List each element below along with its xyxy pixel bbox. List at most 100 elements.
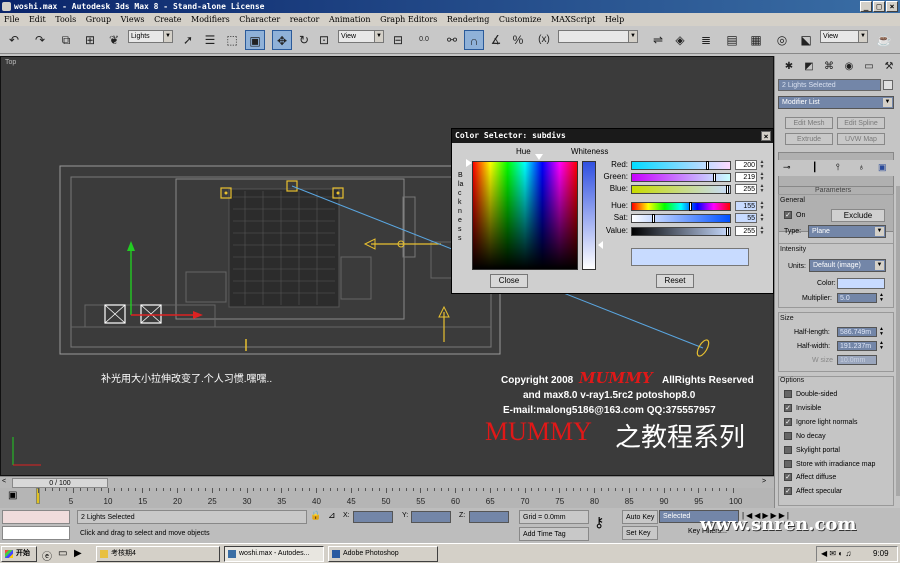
pivot-center-icon[interactable]: ⊟	[388, 30, 408, 50]
configure-sets-icon[interactable]: ▣	[878, 162, 887, 173]
time-slider-bar[interactable]: < 0 / 100 >	[0, 476, 774, 488]
minimize-button[interactable]: _	[860, 1, 872, 12]
menu-help[interactable]: Help	[605, 13, 624, 26]
redo-icon[interactable]: ↷	[30, 30, 50, 50]
value-spinner[interactable]: ▲ ▼	[759, 226, 765, 236]
motion-tab-icon[interactable]: ◉	[839, 57, 859, 77]
hue-blackness-field[interactable]	[472, 161, 578, 270]
menu-modifiers[interactable]: Modifiers	[191, 13, 230, 26]
menu-reactor[interactable]: reactor	[290, 13, 320, 26]
select-move-icon[interactable]: ✥	[272, 30, 292, 50]
double-sided-checkbox[interactable]: Double-sided	[784, 390, 900, 401]
close-color-button[interactable]: Close	[490, 274, 528, 288]
half-width-field[interactable]: 191.237m	[837, 341, 877, 351]
key-icon[interactable]: ⚷	[594, 514, 604, 531]
time-slider-thumb[interactable]: 0 / 100	[12, 478, 108, 488]
angle-snap-toggle-icon[interactable]: ∡	[486, 30, 506, 50]
task-folder[interactable]: 考核期4	[96, 546, 220, 562]
ref-coord-dropdown[interactable]: View ▼	[338, 30, 384, 43]
add-time-tag[interactable]: Add Time Tag	[519, 527, 589, 541]
task-3dsmax[interactable]: woshi.max - Autodes...	[224, 546, 324, 562]
edit-spline-button[interactable]: Edit Spline	[837, 117, 885, 129]
unlink-icon[interactable]: ⊞	[80, 30, 100, 50]
skylight-portal-checkbox[interactable]: Skylight portal	[784, 446, 900, 457]
select-object-icon[interactable]: ➚	[178, 30, 198, 50]
schematic-view-icon[interactable]: ▦	[746, 30, 766, 50]
sat-slider[interactable]	[631, 214, 731, 223]
spinner-snap-icon[interactable]: (x)	[534, 30, 554, 50]
lock-selection-icon[interactable]: 🔒	[310, 510, 321, 521]
bind-space-warp-icon[interactable]: ❦	[104, 30, 124, 50]
task-photoshop[interactable]: Adobe Photoshop	[328, 546, 438, 562]
red-spinner[interactable]: ▲ ▼	[759, 160, 765, 170]
remove-modifier-icon[interactable]: ♁	[858, 162, 865, 172]
angle-snap-icon[interactable]: 0.0	[414, 30, 434, 50]
sat-value[interactable]: 55	[735, 213, 757, 223]
hue-spinner[interactable]: ▲ ▼	[759, 201, 765, 211]
parameters-rollout-title[interactable]: Parameters	[815, 187, 851, 194]
exclude-button[interactable]: Exclude	[831, 209, 885, 222]
make-unique-icon[interactable]: ⫯	[836, 162, 840, 173]
hue-slider[interactable]	[631, 202, 731, 211]
selection-filter-dropdown[interactable]: Lights ▼	[128, 30, 173, 43]
modifier-list-dropdown[interactable]: Modifier List ▼	[778, 96, 894, 109]
show-desktop-icon[interactable]: ▭	[58, 548, 67, 559]
edit-mesh-button[interactable]: Edit Mesh	[785, 117, 833, 129]
create-tab-icon[interactable]: ✱	[779, 57, 799, 77]
value-value[interactable]: 255	[735, 226, 757, 236]
modify-tab-icon[interactable]: ◩	[799, 57, 819, 77]
time-prev-icon[interactable]: <	[2, 478, 10, 487]
panel-scrollbar[interactable]	[896, 186, 900, 496]
selection-name-field[interactable]: 2 Lights Selected	[778, 79, 881, 91]
invisible-checkbox[interactable]: ✓ Invisible	[784, 404, 900, 415]
select-rotate-icon[interactable]: ↻	[294, 30, 314, 50]
affect-diffuse-checkbox[interactable]: ✓ Affect diffuse	[784, 473, 900, 484]
reset-color-button[interactable]: Reset	[656, 274, 694, 288]
select-scale-icon[interactable]: ⊡	[314, 30, 334, 50]
menu-group[interactable]: Group	[86, 13, 111, 26]
hue-value[interactable]: 155	[735, 201, 757, 211]
dialog-close-icon[interactable]: ×	[761, 131, 771, 141]
light-color-swatch[interactable]	[837, 278, 885, 289]
blue-spinner[interactable]: ▲ ▼	[759, 184, 765, 194]
x-coord-field[interactable]	[353, 511, 393, 523]
media-player-icon[interactable]: ▶	[74, 548, 82, 559]
value-slider-thumb[interactable]	[726, 227, 729, 236]
menu-rendering[interactable]: Rendering	[447, 13, 489, 26]
link-icon[interactable]: ⧉	[56, 30, 76, 50]
green-slider-thumb[interactable]	[712, 173, 716, 182]
hue-slider-thumb[interactable]	[689, 202, 693, 211]
object-color-swatch[interactable]	[883, 80, 893, 90]
green-spinner[interactable]: ▲ ▼	[759, 172, 765, 182]
track-bar[interactable]: ▣ 5 10 15 20 25 30 35 40 45 50 55 60 65 70 75 80 85 90 95 1…	[0, 488, 774, 508]
half-length-spinner[interactable]: ▲ ▼	[879, 327, 884, 337]
window-crossing-icon[interactable]: ▣	[245, 30, 265, 50]
rect-select-icon[interactable]: ⬚	[222, 30, 242, 50]
multiplier-spinner[interactable]: ▲ ▼	[879, 293, 884, 303]
menu-edit[interactable]: Edit	[29, 13, 46, 26]
maximize-button[interactable]: □	[873, 1, 885, 12]
pin-stack-icon[interactable]: ⊸	[783, 162, 791, 173]
whiteness-pointer[interactable]	[598, 241, 603, 249]
set-key-button[interactable]: Set Key	[622, 526, 658, 540]
align-icon[interactable]: ◈	[670, 30, 690, 50]
quick-render-icon[interactable]: ☕	[874, 30, 894, 50]
no-decay-checkbox[interactable]: No decay	[784, 432, 900, 443]
absolute-mode-icon[interactable]: ⊿	[328, 510, 336, 521]
material-editor-icon[interactable]: ◎	[772, 30, 792, 50]
render-scene-icon[interactable]: ⬕	[796, 30, 816, 50]
red-slider-thumb[interactable]	[705, 161, 709, 170]
menu-graph-editors[interactable]: Graph Editors	[380, 13, 437, 26]
utilities-tab-icon[interactable]: ⚒	[879, 57, 899, 77]
w-size-field[interactable]: 10.0mm	[837, 355, 877, 365]
blue-slider[interactable]	[631, 185, 731, 194]
menu-tools[interactable]: Tools	[55, 13, 76, 26]
auto-key-button[interactable]: Auto Key	[622, 510, 658, 524]
units-dropdown[interactable]: Default (image) ▼	[809, 259, 886, 272]
whiteness-bar[interactable]	[582, 161, 596, 270]
manipulate-icon[interactable]: ⚯	[442, 30, 462, 50]
store-irradiance-checkbox[interactable]: Store with irradiance map	[784, 460, 900, 471]
affect-specular-checkbox[interactable]: ✓ Affect specular	[784, 487, 900, 498]
snap-toggle-icon[interactable]: ∩	[464, 30, 484, 50]
blue-slider-thumb[interactable]	[726, 185, 729, 194]
